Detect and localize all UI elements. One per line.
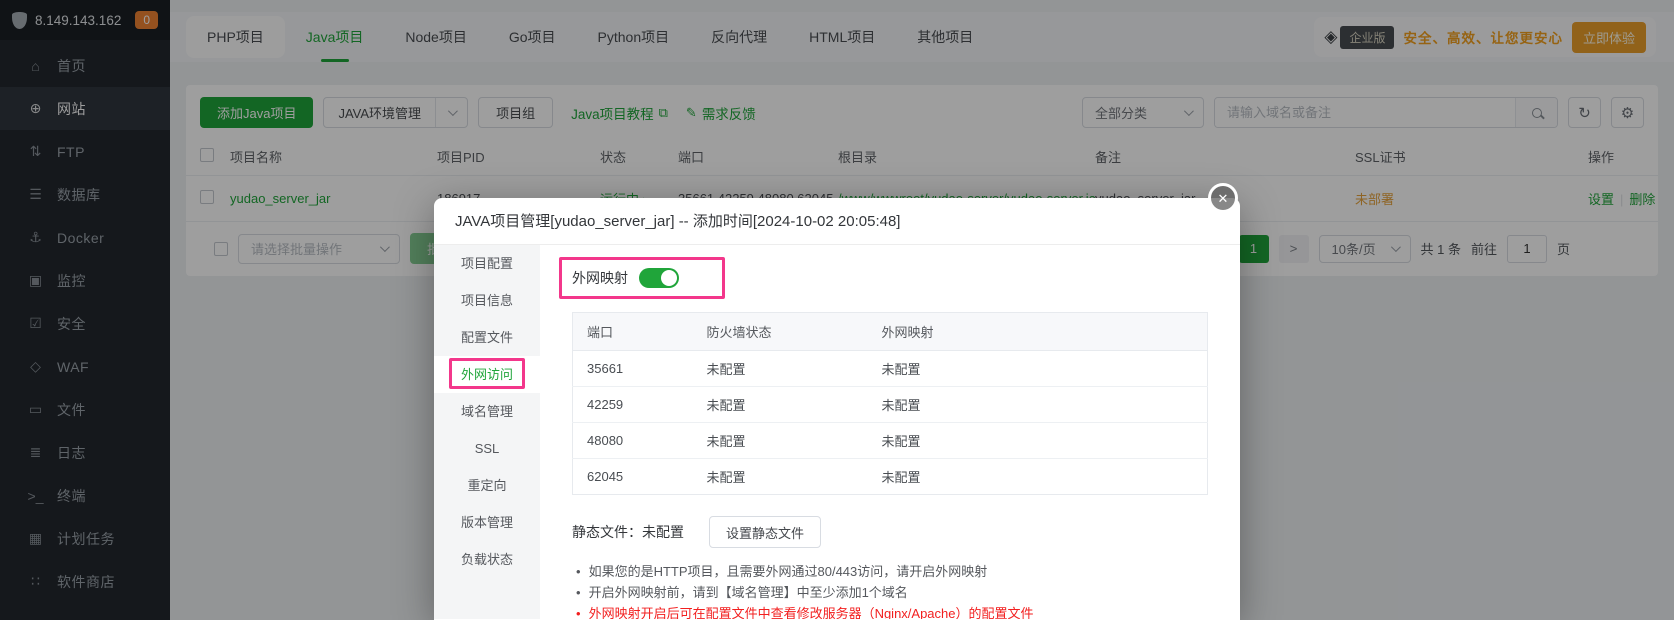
port-row: 62045 未配置 未配置 xyxy=(573,459,1208,495)
note-text: 开启外网映射前，请到【域名管理】中至少添加1个域名 xyxy=(589,582,908,603)
modal-tab[interactable]: 负载状态 xyxy=(434,541,540,578)
close-icon: ✕ xyxy=(1218,191,1229,206)
mapping-label: 外网映射 xyxy=(572,268,628,288)
firewall-status[interactable]: 未配置 xyxy=(693,423,868,459)
firewall-status[interactable]: 未配置 xyxy=(693,351,868,387)
modal-content: 外网映射 端口 防火墙状态 外网映射 35661 未配置 未配置 xyxy=(540,245,1240,619)
static-file-row: 静态文件： 未配置 设置静态文件 xyxy=(572,516,1208,548)
bullet-icon: • xyxy=(576,582,581,603)
mapping-status[interactable]: 未配置 xyxy=(868,459,1208,495)
bullet-icon: • xyxy=(576,561,581,582)
modal-close-button[interactable]: ✕ xyxy=(1208,183,1238,213)
toggle-knob xyxy=(661,270,677,286)
port-col-header: 端口 xyxy=(573,313,693,351)
note-text: 外网映射开启后可在配置文件中查看修改服务器（Nginx/Apache）的配置文件 xyxy=(589,603,1034,619)
port-row: 48080 未配置 未配置 xyxy=(573,423,1208,459)
java-project-modal: ✕ JAVA项目管理[yudao_server_jar] -- 添加时间[202… xyxy=(434,198,1240,620)
port-value: 48080 xyxy=(573,423,693,459)
note-item: • 外网映射开启后可在配置文件中查看修改服务器（Nginx/Apache）的配置… xyxy=(572,603,1208,619)
mapping-status[interactable]: 未配置 xyxy=(868,387,1208,423)
mapping-annotation-box: 外网映射 xyxy=(559,257,725,299)
firewall-col-header: 防火墙状态 xyxy=(693,313,868,351)
modal-tabs: 项目配置项目信息配置文件外网访问域名管理SSL重定向版本管理负载状态 xyxy=(434,245,540,619)
static-file-label: 静态文件： xyxy=(572,522,642,542)
modal-tab[interactable]: 配置文件 xyxy=(434,319,540,356)
mapping-status[interactable]: 未配置 xyxy=(868,351,1208,387)
firewall-status[interactable]: 未配置 xyxy=(693,387,868,423)
modal-body: 项目配置项目信息配置文件外网访问域名管理SSL重定向版本管理负载状态 外网映射 … xyxy=(434,245,1240,619)
static-file-value: 未配置 xyxy=(642,522,684,542)
port-value: 62045 xyxy=(573,459,693,495)
mapping-status[interactable]: 未配置 xyxy=(868,423,1208,459)
modal-tab[interactable]: 重定向 xyxy=(434,467,540,504)
mapping-col-header: 外网映射 xyxy=(868,313,1208,351)
modal-tab[interactable]: 域名管理 xyxy=(434,393,540,430)
mapping-toggle[interactable] xyxy=(639,268,679,288)
bullet-icon: • xyxy=(576,603,581,619)
modal-tab[interactable]: SSL xyxy=(434,430,540,467)
notes-list: • 如果您的是HTTP项目，且需要外网通过80/443访问，请开启外网映射 • … xyxy=(572,561,1208,619)
port-table-header-row: 端口 防火墙状态 外网映射 xyxy=(573,313,1208,351)
modal-tab[interactable]: 版本管理 xyxy=(434,504,540,541)
note-item: • 如果您的是HTTP项目，且需要外网通过80/443访问，请开启外网映射 xyxy=(572,561,1208,582)
set-static-file-button[interactable]: 设置静态文件 xyxy=(709,516,821,548)
port-value: 35661 xyxy=(573,351,693,387)
port-table: 端口 防火墙状态 外网映射 35661 未配置 未配置 42259 未配置 未配… xyxy=(572,312,1208,495)
port-row: 42259 未配置 未配置 xyxy=(573,387,1208,423)
firewall-status[interactable]: 未配置 xyxy=(693,459,868,495)
modal-tab[interactable]: 项目信息 xyxy=(434,282,540,319)
modal-title: JAVA项目管理[yudao_server_jar] -- 添加时间[2024-… xyxy=(434,198,1240,245)
modal-tab[interactable]: 外网访问 xyxy=(434,356,540,393)
note-item: • 开启外网映射前，请到【域名管理】中至少添加1个域名 xyxy=(572,582,1208,603)
note-text: 如果您的是HTTP项目，且需要外网通过80/443访问，请开启外网映射 xyxy=(589,561,988,582)
port-row: 35661 未配置 未配置 xyxy=(573,351,1208,387)
port-value: 42259 xyxy=(573,387,693,423)
modal-tab[interactable]: 项目配置 xyxy=(434,245,540,282)
